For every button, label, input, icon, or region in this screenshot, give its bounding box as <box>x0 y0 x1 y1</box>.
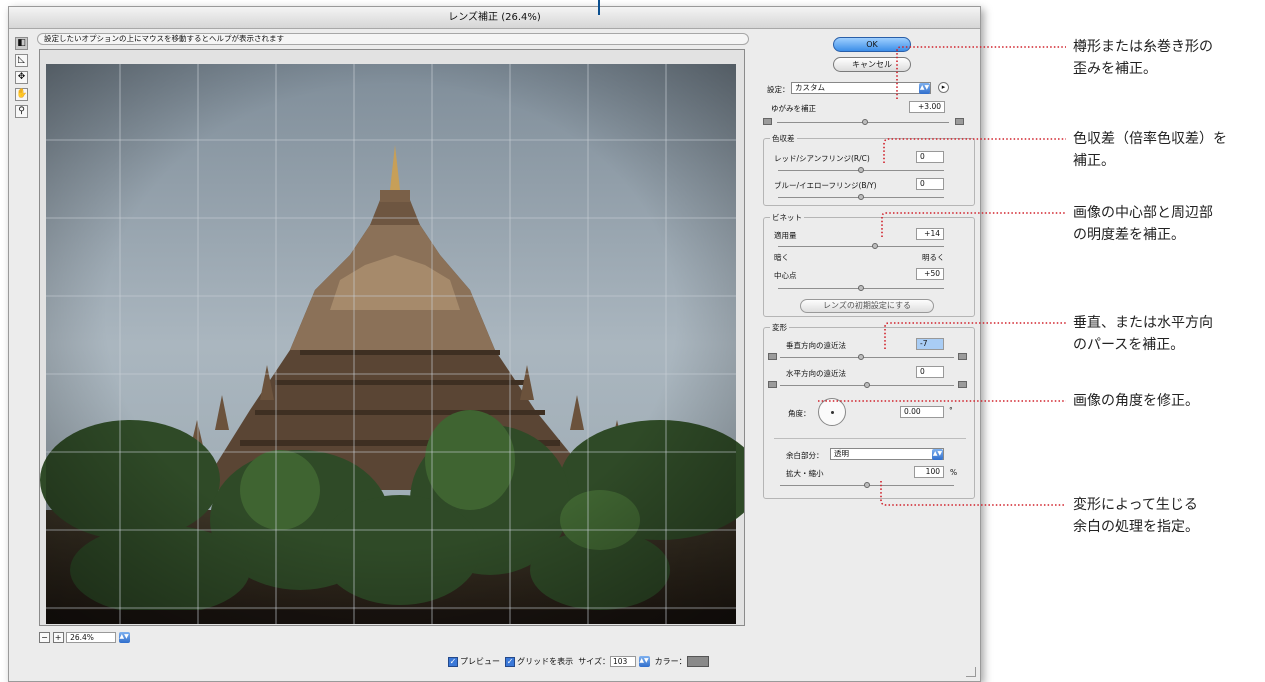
annotation-perspective: 垂直、または水平方向 のパースを補正。 <box>1073 312 1213 356</box>
annotation-chromatic-line1: 色収差（倍率色収差）を <box>1073 131 1227 147</box>
annotation-distortion-line2: 歪みを補正。 <box>1073 61 1157 77</box>
annotation-perspective-line2: のパースを補正。 <box>1073 337 1185 353</box>
annotation-angle: 画像の角度を修正。 <box>1073 390 1199 412</box>
annotation-vignette-line2: の明度差を補正。 <box>1073 227 1185 243</box>
annotation-angle-line1: 画像の角度を修正。 <box>1073 393 1199 409</box>
annotation-vignette: 画像の中心部と周辺部 の明度差を補正。 <box>1073 202 1213 246</box>
annotation-edge: 変形によって生じる 余白の処理を指定。 <box>1073 494 1199 538</box>
annotation-distortion: 樽形または糸巻き形の 歪みを補正。 <box>1073 36 1213 80</box>
annotation-chromatic: 色収差（倍率色収差）を 補正。 <box>1073 128 1227 172</box>
annotation-perspective-line1: 垂直、または水平方向 <box>1073 315 1213 331</box>
annotation-vignette-line1: 画像の中心部と周辺部 <box>1073 205 1213 221</box>
annotation-edge-line2: 余白の処理を指定。 <box>1073 519 1199 535</box>
annotation-chromatic-line2: 補正。 <box>1073 153 1115 169</box>
annotation-distortion-line1: 樽形または糸巻き形の <box>1073 39 1213 55</box>
annotation-edge-line1: 変形によって生じる <box>1073 497 1198 513</box>
